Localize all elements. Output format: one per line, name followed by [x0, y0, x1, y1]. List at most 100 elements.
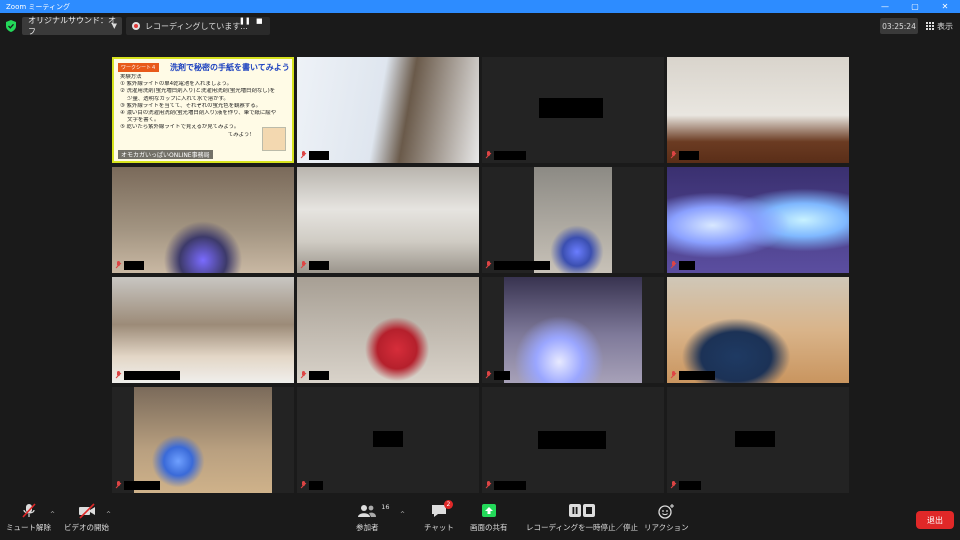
- participants-count: 16: [381, 503, 390, 511]
- name-bar: [300, 370, 329, 380]
- video-feed: [112, 167, 294, 273]
- video-tile[interactable]: [667, 387, 849, 493]
- muted-mic-icon: [670, 371, 677, 379]
- video-off-icon: [78, 503, 95, 519]
- window-title: Zoom ミーティング: [6, 2, 70, 11]
- pause-recording-button[interactable]: ❚❚: [239, 17, 251, 25]
- pause-stop-icon: [568, 504, 595, 517]
- video-tile[interactable]: [482, 57, 664, 163]
- video-tile[interactable]: [297, 387, 479, 493]
- unmute-button[interactable]: ミュート解除: [6, 503, 51, 533]
- recording-icon: [132, 22, 140, 30]
- name-bar: [670, 370, 715, 380]
- muted-mic-icon: [485, 371, 492, 379]
- redacted-video: [735, 431, 775, 447]
- redacted-name: [124, 480, 160, 490]
- muted-mic-icon: [670, 261, 677, 269]
- video-tile[interactable]: [297, 167, 479, 273]
- video-tile[interactable]: [112, 277, 294, 383]
- close-button[interactable]: ✕: [930, 0, 960, 13]
- window-controls: — ▢ ✕: [870, 0, 960, 13]
- shield-icon[interactable]: [6, 20, 16, 32]
- video-feed: [667, 167, 849, 273]
- video-tile[interactable]: [667, 57, 849, 163]
- share-screen-icon: [481, 504, 496, 517]
- video-gallery: ワークシート４ 洗剤で秘密の手紙を書いてみよう 実験方法 ① 紫外線ライトの単4…: [0, 39, 960, 497]
- video-tile[interactable]: [112, 387, 294, 493]
- leave-meeting-button[interactable]: 退出: [916, 511, 954, 529]
- video-tile[interactable]: [297, 277, 479, 383]
- share-screen-button[interactable]: 画面の共有: [470, 503, 508, 533]
- video-tile[interactable]: [482, 387, 664, 493]
- muted-mic-icon: [670, 481, 677, 489]
- audio-options-caret[interactable]: ^: [50, 511, 55, 518]
- redacted-video: [373, 431, 403, 447]
- video-tile[interactable]: [112, 167, 294, 273]
- redacted-name: [494, 370, 510, 380]
- chat-label: チャット: [424, 523, 454, 532]
- redacted-name: [679, 370, 715, 380]
- name-bar: [300, 480, 323, 490]
- redacted-name: [124, 370, 180, 380]
- video-tile[interactable]: [482, 167, 664, 273]
- original-sound-label: オリジナルサウンド：オフ: [28, 16, 116, 36]
- worksheet-line: ② 洗濯用洗剤(蛍光増白剤入り)と洗濯用洗剤(蛍光増白剤なし)を: [120, 88, 276, 95]
- reactions-button[interactable]: リアクション: [644, 503, 689, 533]
- window-titlebar: Zoom ミーティング — ▢ ✕: [0, 0, 960, 13]
- participants-button[interactable]: 16 参加者: [356, 503, 390, 533]
- muted-mic-icon: [115, 261, 122, 269]
- unmute-label: ミュート解除: [6, 523, 51, 532]
- worksheet-line: 文字を書く。: [120, 117, 160, 124]
- worksheet-line: ④ 濃い目の洗濯用洗剤(蛍光増白剤入り)液を作り、筆で紙に絵や: [120, 110, 277, 117]
- video-feed: [134, 387, 272, 493]
- redacted-video: [539, 98, 603, 118]
- meeting-topbar: オリジナルサウンド：オフ ▼ レコーディングしています... ❚❚ ■ 03:2…: [0, 13, 960, 39]
- muted-mic-icon: [300, 371, 307, 379]
- video-feed: [297, 57, 479, 163]
- chat-button[interactable]: 2 チャット: [424, 500, 454, 533]
- start-video-button[interactable]: ビデオの開始: [64, 503, 109, 533]
- video-options-caret[interactable]: ^: [106, 511, 111, 518]
- view-button[interactable]: 表示: [926, 18, 953, 34]
- video-tile[interactable]: [482, 277, 664, 383]
- video-feed: [667, 57, 849, 163]
- video-tile[interactable]: [297, 57, 479, 163]
- name-bar: [670, 260, 695, 270]
- minimize-button[interactable]: —: [870, 0, 900, 13]
- pause-stop-recording-button[interactable]: レコーディングを一時停止／停止: [526, 503, 638, 533]
- maximize-button[interactable]: ▢: [900, 0, 930, 13]
- redacted-name: [679, 150, 699, 160]
- video-tile[interactable]: [667, 167, 849, 273]
- chat-icon-wrap: 2: [429, 500, 453, 519]
- redacted-video: [538, 431, 606, 449]
- participants-options-caret[interactable]: ^: [400, 511, 405, 518]
- participants-icon: [358, 505, 377, 517]
- video-tile[interactable]: [667, 277, 849, 383]
- shared-worksheet: ワークシート４ 洗剤で秘密の手紙を書いてみよう 実験方法 ① 紫外線ライトの単4…: [112, 57, 294, 163]
- muted-mic-icon: [115, 371, 122, 379]
- video-feed: [534, 167, 612, 273]
- meeting-toolbar: ミュート解除 ^ ビデオの開始 ^ 16 参加者 ^ 2 チャット 画面の共有 …: [0, 497, 960, 540]
- original-sound-select[interactable]: オリジナルサウンド：オフ ▼: [22, 16, 122, 36]
- start-video-label: ビデオの開始: [64, 523, 109, 532]
- video-feed: [297, 167, 479, 273]
- reactions-label: リアクション: [644, 523, 689, 532]
- video-tile-worksheet[interactable]: ワークシート４ 洗剤で秘密の手紙を書いてみよう 実験方法 ① 紫外線ライトの単4…: [112, 57, 294, 163]
- redacted-name: [309, 150, 329, 160]
- chevron-down-icon: ▼: [111, 22, 117, 30]
- participant-name: オモカガいっぱいONLINE事務局: [118, 150, 213, 159]
- worksheet-illustration: [262, 127, 286, 151]
- worksheet-line: 少量、透明なカップに入れて水で溶かす。: [120, 95, 229, 102]
- grid-view-icon: [926, 22, 934, 30]
- muted-mic-icon: [485, 261, 492, 269]
- redacted-name: [494, 260, 550, 270]
- meeting-timer: 03:25:24: [880, 18, 918, 34]
- video-feed: [504, 277, 642, 383]
- muted-mic-icon: [670, 151, 677, 159]
- pause-stop-recording-label: レコーディングを一時停止／停止: [526, 523, 638, 532]
- view-label: 表示: [937, 21, 953, 31]
- name-bar: [670, 480, 701, 490]
- name-bar: [300, 260, 329, 270]
- stop-recording-button[interactable]: ■: [256, 17, 263, 25]
- redacted-name: [309, 480, 323, 490]
